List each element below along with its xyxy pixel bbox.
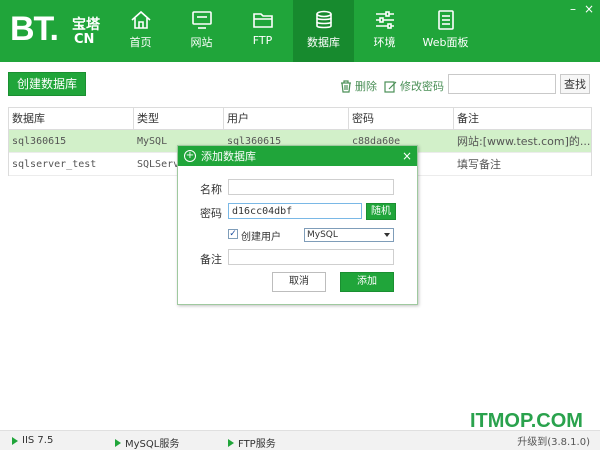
note-label: 备注 bbox=[200, 253, 222, 266]
play-icon bbox=[228, 438, 234, 447]
close-window-button[interactable]: × bbox=[584, 2, 594, 16]
service-iis[interactable]: IIS 7.5 bbox=[12, 435, 53, 446]
chevron-down-icon bbox=[384, 233, 390, 237]
nav-home[interactable]: 首页 bbox=[110, 0, 171, 62]
document-icon bbox=[437, 10, 454, 30]
nav-database-label: 数据库 bbox=[307, 36, 340, 49]
column-header-user[interactable]: 用户 bbox=[224, 108, 349, 129]
service-iis-label: IIS 7.5 bbox=[22, 435, 54, 446]
nav-database[interactable]: 数据库 bbox=[293, 0, 354, 62]
home-icon bbox=[130, 10, 151, 29]
add-button[interactable]: 添加 bbox=[340, 272, 394, 292]
add-database-dialog: + 添加数据库 × 名称 密码 随机 ✓ 创建用户 MySQL 备注 取消 添加 bbox=[177, 145, 418, 305]
monitor-icon bbox=[191, 11, 212, 29]
nav-ftp-label: FTP bbox=[252, 34, 273, 47]
minimize-button[interactable]: – bbox=[570, 2, 576, 16]
nav-ftp[interactable]: FTP bbox=[232, 0, 293, 62]
create-database-button[interactable]: 创建数据库 bbox=[8, 72, 87, 96]
logo-cn-bottom: CN bbox=[74, 32, 95, 47]
nav-home-label: 首页 bbox=[129, 36, 152, 49]
sliders-icon bbox=[375, 11, 394, 29]
app-header: BT. 宝塔 CN 首页 网站 FTP 数据库 环境 Web面板 – × bbox=[0, 0, 600, 62]
dialog-title: 添加数据库 bbox=[201, 150, 256, 163]
window-controls: – × bbox=[570, 2, 594, 16]
name-label: 名称 bbox=[200, 183, 222, 196]
cell-note[interactable]: 网站:[www.test.com]的... bbox=[454, 130, 591, 152]
delete-button[interactable]: 删除 bbox=[340, 78, 377, 94]
upgrade-link[interactable]: 升级到(3.8.1.0) bbox=[517, 433, 590, 448]
logo-bt-text: BT. bbox=[10, 10, 59, 48]
main-nav: 首页 网站 FTP 数据库 环境 Web面板 bbox=[110, 0, 476, 62]
dialog-close-button[interactable]: × bbox=[402, 149, 412, 163]
logo-cn-top: 宝塔 bbox=[72, 17, 100, 33]
change-password-button[interactable]: 修改密码 bbox=[384, 78, 444, 94]
create-user-checkbox[interactable]: ✓ bbox=[228, 229, 238, 239]
delete-label: 删除 bbox=[355, 80, 377, 93]
search-button[interactable]: 查找 bbox=[560, 74, 590, 94]
trash-icon bbox=[341, 79, 351, 93]
name-field[interactable] bbox=[228, 179, 394, 195]
column-header-note[interactable]: 备注 bbox=[454, 108, 591, 129]
edit-icon bbox=[384, 80, 397, 93]
cell-database: sql360615 bbox=[12, 136, 67, 147]
note-field[interactable] bbox=[228, 249, 394, 265]
status-bar: IIS 7.5 MySQL服务 FTP服务 bbox=[0, 430, 600, 450]
column-header-type[interactable]: 类型 bbox=[134, 108, 224, 129]
nav-web-panel[interactable]: Web面板 bbox=[415, 0, 476, 62]
nav-website-label: 网站 bbox=[190, 36, 213, 49]
service-mysql[interactable]: MySQL服务 bbox=[115, 435, 179, 450]
folder-icon bbox=[252, 13, 273, 28]
cell-database: sqlserver_test bbox=[12, 159, 97, 170]
database-icon bbox=[315, 10, 332, 29]
dialog-title-bar: + 添加数据库 bbox=[178, 146, 417, 166]
cell-note[interactable]: 填写备注 bbox=[454, 153, 591, 175]
play-icon bbox=[115, 438, 121, 447]
db-type-select[interactable]: MySQL bbox=[304, 228, 394, 242]
service-ftp-label: FTP服务 bbox=[238, 439, 276, 450]
add-circle-icon: + bbox=[184, 150, 196, 162]
cancel-button[interactable]: 取消 bbox=[272, 272, 326, 292]
play-icon bbox=[12, 436, 18, 445]
column-header-password[interactable]: 密码 bbox=[349, 108, 454, 129]
nav-environment[interactable]: 环境 bbox=[354, 0, 415, 62]
password-label: 密码 bbox=[200, 207, 222, 220]
random-password-button[interactable]: 随机 bbox=[366, 203, 396, 220]
nav-website[interactable]: 网站 bbox=[171, 0, 232, 62]
password-field[interactable] bbox=[228, 203, 362, 219]
service-mysql-label: MySQL服务 bbox=[125, 439, 180, 450]
table-header: 数据库 类型 用户 密码 备注 bbox=[9, 108, 591, 130]
nav-environment-label: 环境 bbox=[373, 36, 396, 49]
db-type-selected: MySQL bbox=[307, 230, 338, 240]
search-input[interactable] bbox=[448, 74, 556, 94]
service-ftp[interactable]: FTP服务 bbox=[228, 435, 276, 450]
nav-web-panel-label: Web面板 bbox=[422, 36, 469, 49]
column-header-database[interactable]: 数据库 bbox=[9, 108, 134, 129]
create-user-label: 创建用户 bbox=[241, 232, 281, 243]
change-password-label: 修改密码 bbox=[400, 80, 444, 93]
